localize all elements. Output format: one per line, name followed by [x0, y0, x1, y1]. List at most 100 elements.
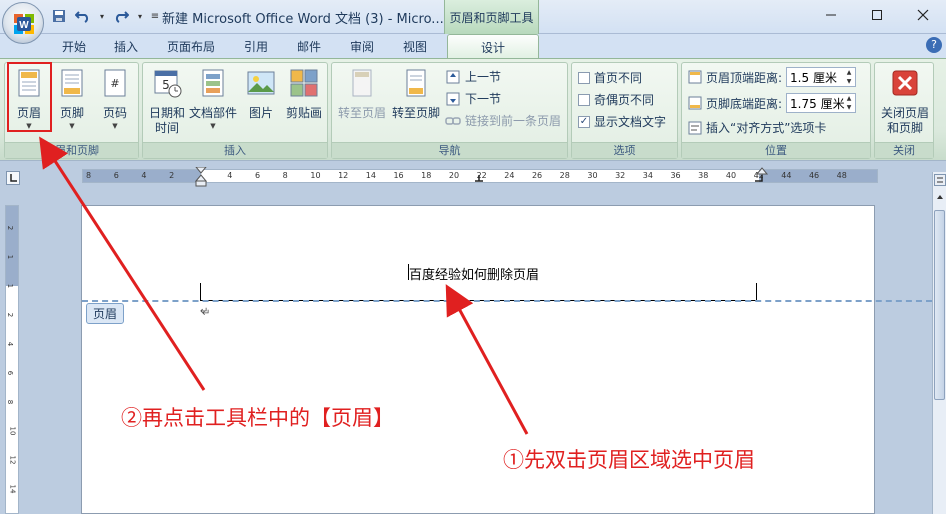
spinner-arrows-icon[interactable]: ▲ ▼ — [843, 68, 855, 86]
ruler-tick-label: 24 — [504, 171, 515, 180]
show-document-text-checkbox[interactable]: ✓ 显示文档文字 — [578, 113, 666, 130]
office-button[interactable]: W — [2, 2, 44, 44]
svg-text:#: # — [110, 77, 119, 90]
tab-insert[interactable]: 插入 — [114, 38, 138, 55]
highlight-box — [7, 62, 52, 132]
undo-icon[interactable] — [74, 7, 92, 25]
ruler-tick-label: 38 — [698, 171, 709, 180]
different-first-page-checkbox[interactable]: 首页不同 — [578, 69, 642, 86]
minimize-button[interactable] — [808, 0, 854, 30]
group-label: 页眉和页脚 — [5, 142, 138, 158]
vertical-scrollbar[interactable] — [932, 172, 946, 514]
tab-design[interactable]: 设计 — [447, 34, 539, 59]
link-icon — [445, 116, 461, 125]
scroll-up-arrow-icon[interactable] — [935, 192, 945, 202]
ruler-tick-label: 36 — [670, 171, 681, 180]
header-text[interactable]: 百度经验如何删除页眉 — [409, 264, 539, 283]
previous-section-button[interactable]: 上一节 — [445, 68, 501, 85]
group-label: 导航 — [332, 142, 567, 158]
ruler-tick-label: 4 — [6, 341, 15, 347]
ruler-tick-label: 12 — [8, 455, 17, 465]
next-section-button[interactable]: 下一节 — [445, 90, 501, 107]
customize-qat-icon[interactable]: ≡ — [150, 7, 160, 25]
link-to-previous-button[interactable]: 链接到前一条页眉 — [445, 112, 561, 129]
center-tab-icon[interactable] — [474, 174, 484, 182]
footer-distance-icon — [688, 96, 702, 110]
redo-icon[interactable] — [112, 7, 130, 25]
dropdown-arrow-icon: ▼ — [210, 122, 216, 130]
tab-references[interactable]: 引用 — [244, 38, 268, 55]
ribbon: 页眉 ▼ 页脚 ▼ # 页码 ▼ 页眉和页脚 5 日期和 时间 文档部件 ▼ 图… — [0, 58, 946, 161]
document-page[interactable]: 百度经验如何删除页眉 ↵ — [81, 205, 875, 514]
ruler-tick-label: 6 — [6, 370, 15, 376]
datetime-button[interactable]: 5 日期和 时间 — [147, 67, 187, 136]
header-top-distance-row: 页眉顶端距离: 1.5 厘米 ▲ ▼ — [688, 67, 857, 87]
group-close: 关闭页眉 和页脚 关闭 — [874, 62, 934, 159]
ruler-tick-label: 10 — [8, 426, 17, 436]
insert-alignment-tab-button[interactable]: 插入“对齐方式”选项卡 — [688, 119, 826, 136]
ruler-tick-label: 8 — [86, 171, 92, 180]
dropdown-arrow-icon[interactable]: ▾ — [136, 7, 144, 25]
close-button[interactable] — [900, 0, 946, 30]
group-options: 首页不同 奇偶页不同 ✓ 显示文档文字 选项 — [571, 62, 678, 159]
quick-parts-button[interactable]: 文档部件 ▼ — [189, 67, 237, 131]
tab-view[interactable]: 视图 — [403, 38, 427, 55]
footer-bottom-distance-row: 页脚底端距离: 1.75 厘米 ▲ ▼ — [688, 93, 857, 113]
right-indent-marker-icon[interactable] — [756, 167, 768, 175]
spinner-arrows-icon[interactable]: ▲ ▼ — [843, 94, 855, 112]
ruler-tick-label: 4 — [227, 171, 233, 180]
ruler-tick-label: 20 — [448, 171, 460, 180]
tab-mailings[interactable]: 邮件 — [297, 38, 321, 55]
header-boundary-line — [82, 300, 932, 302]
footer-button[interactable]: 页脚 ▼ — [54, 67, 90, 131]
clipart-button[interactable]: 剪贴画 — [285, 67, 323, 121]
ruler-tick-label: 12 — [338, 171, 349, 180]
window-controls — [808, 0, 946, 30]
ruler-toggle-icon[interactable] — [934, 174, 946, 186]
dropdown-arrow-icon[interactable]: ▾ — [98, 7, 106, 25]
tab-stop-selector[interactable] — [6, 171, 20, 185]
horizontal-ruler[interactable]: 8 6 4 2 4 6 8 10 12 14 16 18 20 22 24 26 28 30 32 34 36 38 40 4… — [82, 167, 878, 187]
ruler-tick-label: 14 — [365, 171, 376, 180]
checkbox-unchecked — [578, 71, 590, 84]
ruler-tick-label: 6 — [254, 171, 261, 180]
right-tab-icon[interactable] — [754, 174, 764, 182]
close-header-footer-button[interactable]: 关闭页眉 和页脚 — [877, 67, 933, 136]
page-number-icon: # — [104, 69, 126, 97]
tab-review[interactable]: 审阅 — [350, 38, 374, 55]
ribbon-tabs: 开始 插入 页面布局 引用 邮件 审阅 视图 设计 ? — [0, 34, 946, 59]
group-label: 选项 — [572, 142, 677, 158]
group-label: 关闭 — [875, 142, 933, 158]
scrollbar-thumb[interactable] — [934, 210, 945, 400]
header-region-badge: 页眉 — [86, 303, 125, 324]
different-odd-even-checkbox[interactable]: 奇偶页不同 — [578, 91, 654, 108]
svg-text:W: W — [19, 20, 29, 31]
checkmark-icon: ✓ — [578, 115, 590, 128]
help-icon[interactable]: ? — [926, 37, 942, 53]
footer-distance-input[interactable]: 1.75 厘米 ▲ ▼ — [786, 93, 857, 113]
save-icon[interactable] — [50, 7, 68, 25]
dropdown-arrow-icon: ▼ — [69, 122, 75, 130]
ruler-tick-label: 18 — [421, 171, 432, 180]
header-distance-input[interactable]: 1.5 厘米 ▲ ▼ — [786, 67, 857, 87]
goto-header-button[interactable]: 转至页眉 — [336, 67, 388, 121]
maximize-button[interactable] — [854, 0, 900, 30]
dropdown-arrow-icon: ▼ — [112, 122, 118, 130]
vertical-ruler[interactable]: 2 1 1 2 4 6 8 10 12 14 — [5, 205, 19, 514]
header-corner-mark-left — [200, 283, 201, 301]
ruler-tick-label: 2 — [169, 171, 175, 180]
indent-marker-icon[interactable] — [195, 167, 207, 187]
ruler-tick-label: 4 — [141, 171, 147, 180]
ruler-tick-label: 28 — [559, 171, 570, 180]
tab-page-layout[interactable]: 页面布局 — [167, 38, 215, 55]
header-border-line — [200, 283, 757, 301]
ruler-tick-label: 46 — [808, 171, 820, 180]
ruler-tick-label: 32 — [615, 171, 626, 180]
group-label: 位置 — [682, 142, 870, 158]
goto-footer-button[interactable]: 转至页脚 — [390, 67, 442, 121]
picture-button[interactable]: 图片 — [243, 67, 279, 121]
picture-icon — [247, 71, 275, 95]
tab-home[interactable]: 开始 — [62, 38, 86, 55]
page-number-button[interactable]: # 页码 ▼ — [97, 67, 133, 131]
annotation-step-1: ①先双击页眉区域选中页眉 — [503, 448, 755, 472]
